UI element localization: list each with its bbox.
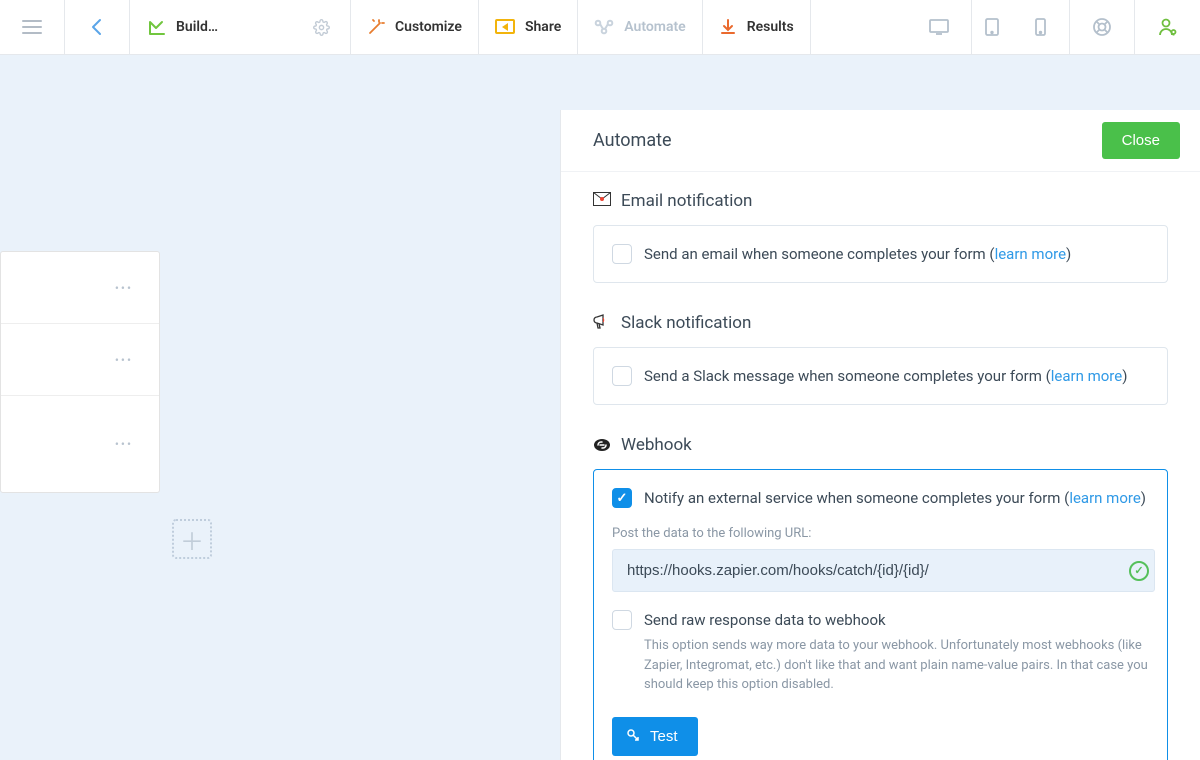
gear-icon[interactable] [313,19,330,36]
view-mobile-button[interactable] [1012,0,1070,54]
desktop-icon [929,19,949,35]
panel-title: Automate [593,130,672,151]
panel-body: Email notification Send an email when so… [561,172,1200,760]
webhook-text: Notify an external service when someone … [644,488,1146,508]
slack-text: Send a Slack message when someone comple… [644,366,1127,386]
section-slack-header: Slack notification [593,313,1168,333]
form-row[interactable]: ••• [1,396,159,492]
test-button[interactable]: Test [612,717,698,756]
email-learn-more-link[interactable]: learn more [995,245,1066,263]
test-button-label: Test [650,728,678,745]
canvas-area: ••• ••• ••• ＋ Automate Close Email notif… [0,55,1200,760]
tab-results[interactable]: Results [703,0,811,54]
tab-automate[interactable]: Automate [578,0,702,54]
close-button[interactable]: Close [1102,122,1180,159]
tab-share-label: Share [525,19,561,35]
form-row[interactable]: ••• [1,252,159,324]
more-icon[interactable]: ••• [115,437,133,451]
section-email-title: Email notification [621,191,752,211]
top-toolbar: Build… Customize Share Automate Results [0,0,1200,55]
mobile-icon [1035,18,1046,36]
panel-header: Automate Close [561,110,1200,172]
more-icon[interactable]: ••• [115,281,133,295]
webhook-learn-more-link[interactable]: learn more [1069,489,1140,507]
tab-build-label: Build… [176,19,218,35]
raw-response-help: This option sends way more data to your … [644,636,1149,695]
test-icon [626,728,642,744]
webhook-checkbox[interactable] [612,488,632,508]
plus-icon: ＋ [180,522,204,557]
webhook-url-label: Post the data to the following URL: [612,526,1149,541]
email-text: Send an email when someone completes you… [644,244,1071,264]
lifebuoy-icon [1092,17,1112,37]
automate-panel: Automate Close Email notification Send a… [560,110,1200,760]
share-icon [495,19,515,35]
help-button[interactable] [1070,0,1135,54]
more-icon[interactable]: ••• [115,353,133,367]
menu-button[interactable] [0,0,65,54]
hamburger-icon [22,20,42,34]
chevron-left-icon [90,18,104,36]
webhook-url-input[interactable] [612,549,1155,592]
form-panel: ••• ••• ••• [0,251,160,493]
email-icon [593,192,611,210]
tab-results-label: Results [747,19,794,35]
account-button[interactable] [1135,0,1200,54]
link-icon [593,436,611,454]
user-icon [1158,17,1178,37]
automate-icon [594,19,614,35]
slack-card: Send a Slack message when someone comple… [593,347,1168,405]
raw-response-label: Send raw response data to webhook [644,610,886,630]
form-row[interactable]: ••• [1,324,159,396]
section-webhook-title: Webhook [621,435,692,455]
view-desktop-button[interactable] [907,0,972,54]
tab-share[interactable]: Share [479,0,578,54]
build-icon [148,18,166,36]
back-button[interactable] [65,0,130,54]
section-slack-title: Slack notification [621,313,751,333]
section-webhook-header: Webhook [593,435,1168,455]
webhook-card: Notify an external service when someone … [593,469,1168,760]
megaphone-icon [593,314,611,332]
slack-checkbox[interactable] [612,366,632,386]
valid-check-icon: ✓ [1129,561,1149,581]
email-checkbox[interactable] [612,244,632,264]
email-card: Send an email when someone completes you… [593,225,1168,283]
tablet-icon [985,18,999,36]
results-icon [719,18,737,36]
add-field-button[interactable]: ＋ [172,519,212,559]
wand-icon [367,18,385,36]
raw-response-checkbox[interactable] [612,610,632,630]
section-email-header: Email notification [593,191,1168,211]
tab-automate-label: Automate [624,19,685,35]
view-tablet-button[interactable] [972,0,1012,54]
tab-customize[interactable]: Customize [351,0,479,54]
slack-learn-more-link[interactable]: learn more [1051,367,1122,385]
tab-build[interactable]: Build… [130,0,351,54]
tab-customize-label: Customize [395,19,462,35]
